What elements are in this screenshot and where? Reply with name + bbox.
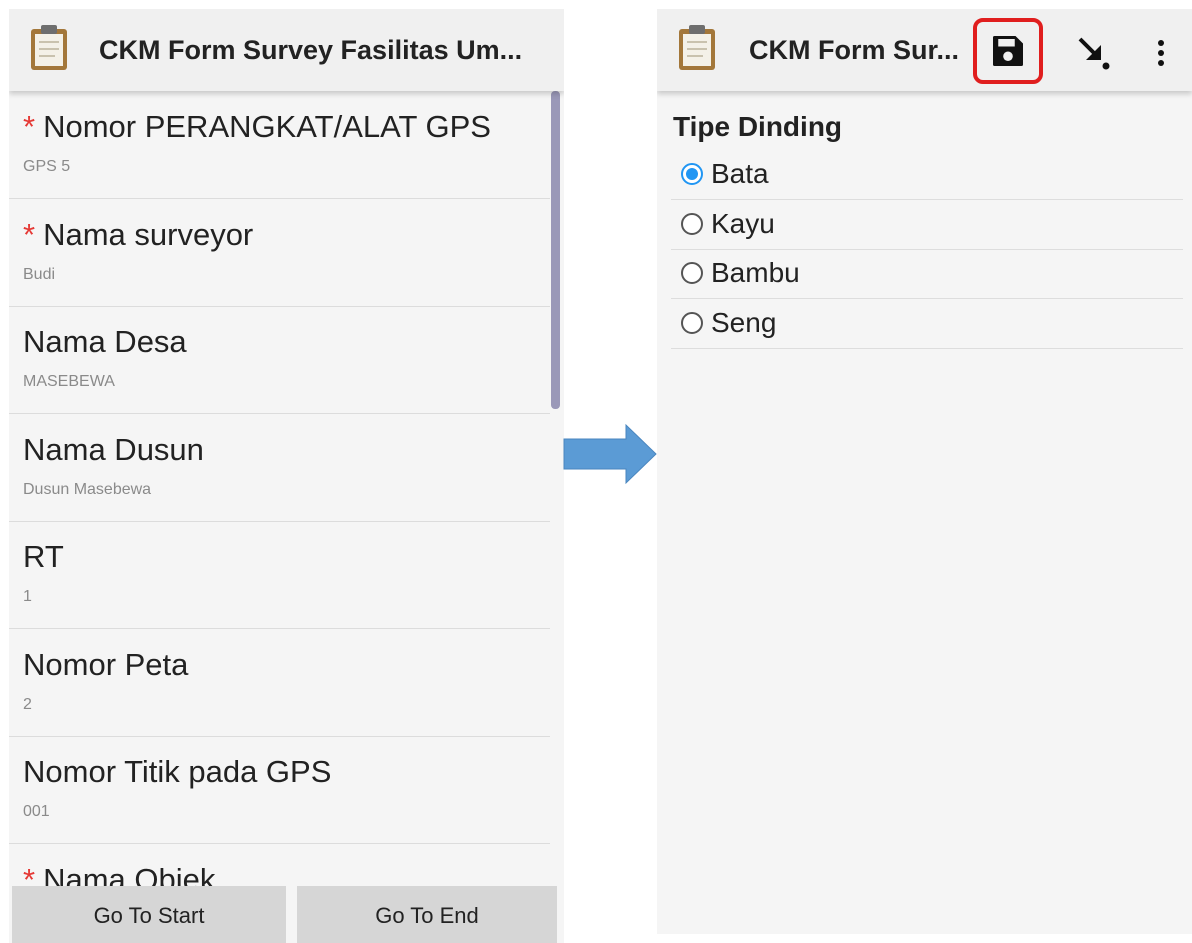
radio-option-label: Bambu <box>711 257 800 288</box>
form-title: CKM Form Survey Fasilitas Um... <box>99 35 523 65</box>
radio-checked-icon[interactable] <box>681 163 703 185</box>
radio-option-label: Bata <box>711 158 769 189</box>
answer-value: 001 <box>23 803 50 820</box>
question-label: RT <box>23 539 64 575</box>
radio-unchecked-icon[interactable] <box>681 311 703 334</box>
left-toolbar: CKM Form Survey Fasilitas Um... <box>9 9 564 91</box>
question-text: Nomor PERANGKAT/ALAT GPS <box>43 109 491 144</box>
form-title: CKM Form Sur... <box>749 35 960 65</box>
radio-option[interactable]: Seng <box>671 299 1183 349</box>
right-arrow-icon <box>563 423 657 485</box>
question-label: Nama Desa <box>23 324 187 360</box>
go-to-arrow-icon[interactable] <box>1073 32 1113 72</box>
radio-option[interactable]: Bata <box>671 150 1183 200</box>
required-marker: * <box>23 216 36 252</box>
list-item[interactable]: Nama Dusun Dusun Masebewa <box>9 414 550 522</box>
radio-unchecked-icon[interactable] <box>681 262 703 284</box>
required-marker: * <box>23 861 36 887</box>
question-text: RT <box>23 539 64 574</box>
question-text: Nomor Peta <box>23 646 189 682</box>
question-label: Nomor Peta <box>23 647 188 683</box>
save-icon[interactable] <box>990 33 1026 69</box>
question-label: Nama Dusun <box>23 432 204 468</box>
radio-option[interactable]: Bambu <box>671 249 1183 299</box>
question-label: * Nomor PERANGKAT/ALAT GPS <box>23 109 491 145</box>
question-text: Nama Desa <box>23 324 187 359</box>
more-vert-icon[interactable] <box>1155 39 1167 67</box>
question-label: Nomor Titik pada GPS <box>23 754 331 790</box>
radio-unchecked-icon[interactable] <box>681 212 703 235</box>
answer-value: Budi <box>23 265 56 283</box>
radio-option[interactable]: Kayu <box>671 200 1183 250</box>
list-item[interactable]: Nomor Titik pada GPS 001 <box>9 736 550 844</box>
list-item[interactable]: * Nama surveyor Budi <box>9 199 550 307</box>
list-scrollbar[interactable] <box>550 91 564 886</box>
clipboard-icon <box>679 25 715 70</box>
question-text: Nomor Titik pada GPS <box>23 754 332 789</box>
list-item[interactable]: RT 1 <box>9 521 550 629</box>
question-text: Nama Dusun <box>23 431 204 467</box>
radio-option-label: Kayu <box>711 207 775 239</box>
list-item[interactable]: * Nomor PERANGKAT/ALAT GPS GPS 5 <box>9 91 550 199</box>
question-text: Nama surveyor <box>43 216 254 252</box>
question-label: * Nama Objek <box>23 862 215 887</box>
question-list[interactable]: * Nomor PERANGKAT/ALAT GPS GPS 5 * Nama surv… <box>9 91 550 886</box>
answer-value: Dusun Masebewa <box>23 480 152 498</box>
go-to-start-button[interactable]: Go To Start <box>12 886 286 943</box>
answer-value: 1 <box>23 588 32 605</box>
answer-value: 2 <box>23 695 32 713</box>
list-item[interactable]: * Nama Objek <box>9 844 550 887</box>
answer-value: GPS 5 <box>23 158 71 175</box>
list-item[interactable]: Nomor Peta 2 <box>9 629 550 737</box>
list-item[interactable]: Nama Desa MASEBEWA <box>9 306 550 414</box>
required-marker: * <box>23 109 36 144</box>
go-to-end-button[interactable]: Go To End <box>297 886 557 943</box>
question-label: * Nama surveyor <box>23 217 253 253</box>
question-text: Nama Objek <box>43 861 216 887</box>
form-hierarchy-screen: CKM Form Survey Fasilitas Um... * Nomor P… <box>9 9 564 943</box>
right-toolbar: CKM Form Sur... <box>657 9 1192 91</box>
scrollbar-thumb[interactable] <box>551 91 560 409</box>
answer-value: MASEBEWA <box>23 373 115 390</box>
question-label: Tipe Dinding <box>673 111 843 142</box>
radio-option-label: Seng <box>711 306 777 338</box>
form-entry-screen: CKM Form Sur... Tipe Dinding Bata Kayu Bam… <box>657 9 1192 934</box>
clipboard-icon <box>31 25 67 70</box>
